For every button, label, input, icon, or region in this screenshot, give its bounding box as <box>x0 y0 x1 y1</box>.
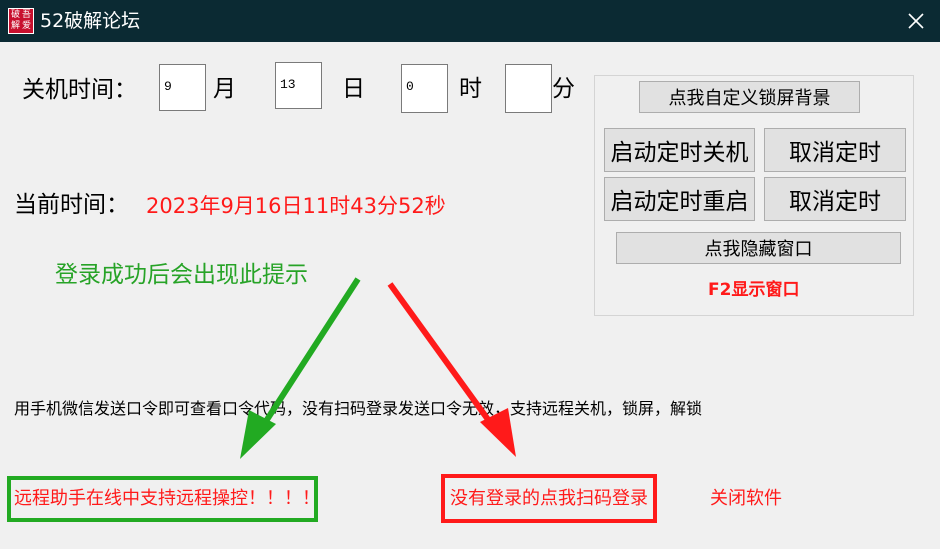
day-unit-label: 日 <box>342 76 365 102</box>
minute-input[interactable] <box>505 64 552 113</box>
close-button[interactable] <box>898 5 934 37</box>
scan-login-link[interactable]: 没有登录的点我扫码登录 <box>450 486 648 512</box>
day-input[interactable]: 13 <box>275 62 322 109</box>
minute-unit-label: 分 <box>552 76 575 102</box>
hour-unit-label: 时 <box>459 76 482 102</box>
close-software-link[interactable]: 关闭软件 <box>710 486 782 512</box>
cancel-shutdown-timer-button[interactable]: 取消定时 <box>764 128 906 172</box>
app-logo-icon: 破 吾 解 爱 <box>8 8 34 34</box>
close-icon <box>908 13 924 29</box>
hide-window-button[interactable]: 点我隐藏窗口 <box>616 232 901 264</box>
start-timed-restart-button[interactable]: 启动定时重启 <box>604 177 755 221</box>
f2-show-window-hint: F2显示窗口 <box>708 280 800 300</box>
custom-lock-background-button[interactable]: 点我自定义锁屏背景 <box>639 81 860 113</box>
current-time-value: 2023年9月16日11时43分52秒 <box>146 194 446 218</box>
month-unit-label: 月 <box>213 76 236 102</box>
window-title: 52破解论坛 <box>40 10 141 32</box>
month-input[interactable]: 9 <box>159 64 206 111</box>
start-timed-shutdown-button[interactable]: 启动定时关机 <box>604 128 755 172</box>
info-text: 用手机微信发送口令即可查看口令代码，没有扫码登录发送口令无效，支持远程关机，锁屏… <box>14 399 703 418</box>
hour-input[interactable]: 0 <box>401 64 448 113</box>
login-success-annotation: 登录成功后会出现此提示 <box>55 262 308 288</box>
cancel-restart-timer-button[interactable]: 取消定时 <box>764 177 906 221</box>
shutdown-time-label: 关机时间： <box>22 77 137 103</box>
current-time-label: 当前时间： <box>14 192 129 218</box>
remote-support-status-text: 远程助手在线中支持远程操控！！！！ <box>14 488 320 509</box>
title-bar[interactable]: 破 吾 解 爱 52破解论坛 <box>0 0 940 42</box>
